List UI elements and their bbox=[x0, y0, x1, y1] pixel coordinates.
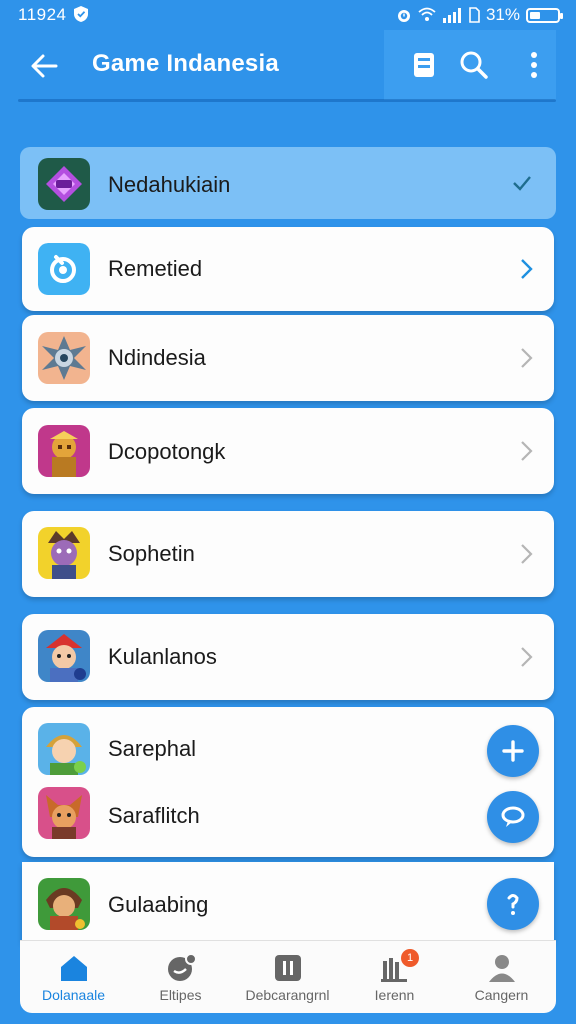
chat-button[interactable] bbox=[487, 791, 539, 843]
person-icon bbox=[488, 955, 515, 982]
red-hat-character-game-icon bbox=[38, 630, 90, 682]
page-title: Game Indanesia bbox=[92, 50, 279, 77]
battery-percent: 31% bbox=[485, 5, 520, 24]
list-item[interactable]: Dcopotongk bbox=[22, 408, 554, 494]
status-right-group: 31% bbox=[396, 5, 563, 25]
ring-app-icon bbox=[38, 243, 90, 295]
list-item-label: Kulanlanos bbox=[108, 644, 217, 669]
list-item-label: Remetied bbox=[108, 256, 203, 281]
list-item-label: Nedahukiain bbox=[108, 172, 231, 197]
notification-badge: 1 bbox=[401, 949, 419, 967]
list-item[interactable]: Ndindesia bbox=[22, 315, 554, 401]
search-icon bbox=[460, 51, 488, 79]
list-item-label: Dcopotongk bbox=[108, 439, 226, 464]
alarm-icon bbox=[397, 10, 410, 22]
nav-item-library[interactable]: 1 Ierenn bbox=[341, 941, 448, 1013]
wifi-icon bbox=[418, 7, 436, 21]
nav-item-label: Debcarangrnl bbox=[245, 987, 330, 1003]
list-item[interactable]: Kulanlanos bbox=[22, 614, 554, 700]
add-button[interactable] bbox=[487, 725, 539, 777]
battery-icon bbox=[526, 7, 563, 23]
search-button[interactable] bbox=[456, 47, 492, 83]
pause-square-icon bbox=[274, 955, 301, 981]
list-item-label: Sophetin bbox=[108, 541, 195, 566]
bookmark-button[interactable] bbox=[406, 47, 442, 83]
list-item-label[interactable]: Sarephal bbox=[108, 736, 196, 762]
list-item-label[interactable]: Saraflitch bbox=[108, 803, 200, 829]
help-button[interactable] bbox=[487, 878, 539, 930]
back-arrow-icon[interactable] bbox=[26, 48, 62, 84]
nav-item-label: Ierenn bbox=[374, 987, 415, 1003]
diamond-game-icon bbox=[38, 158, 90, 210]
status-time: 11924 bbox=[18, 5, 67, 24]
list-item[interactable]: Sophetin bbox=[22, 511, 554, 597]
chat-bubble-icon bbox=[501, 806, 525, 827]
nav-item-label: Eltipes bbox=[159, 987, 202, 1003]
chevron-right-icon bbox=[521, 544, 533, 564]
app-bar: Game Indanesia bbox=[18, 30, 556, 102]
golden-warrior-game-icon bbox=[38, 425, 90, 477]
list-item-label: Ndindesia bbox=[108, 345, 206, 370]
question-icon bbox=[507, 894, 519, 915]
list-item[interactable]: Nedahukiain bbox=[20, 147, 556, 219]
hooded-character-game-icon bbox=[38, 878, 90, 930]
chevron-right-icon bbox=[521, 259, 533, 279]
plus-icon bbox=[502, 740, 524, 762]
nav-item-dashboard[interactable]: Debcarangrnl bbox=[234, 941, 341, 1013]
app-bar-divider bbox=[18, 99, 556, 102]
more-button[interactable] bbox=[516, 47, 552, 83]
more-vert-icon bbox=[531, 52, 537, 78]
bottom-navigation: Dolanaale Eltipes Debcarangrnl 1 Ierenn bbox=[20, 940, 556, 1013]
app-bar-actions bbox=[384, 30, 556, 100]
signal-icon bbox=[442, 8, 461, 23]
shield-icon bbox=[74, 6, 88, 22]
list-item[interactable]: Gulaabing bbox=[22, 862, 554, 942]
status-bar: 11924 31% bbox=[0, 0, 576, 30]
spiky-robot-game-icon bbox=[38, 332, 90, 384]
nav-item-profile[interactable]: Cangern bbox=[448, 941, 555, 1013]
chevron-right-icon bbox=[521, 348, 533, 368]
purple-character-game-icon bbox=[38, 527, 90, 579]
chevron-right-icon bbox=[521, 441, 533, 461]
nav-item-label: Cangern bbox=[474, 987, 529, 1003]
checkmark-icon bbox=[513, 176, 531, 191]
blonde-character-game-icon[interactable] bbox=[38, 723, 90, 775]
list-item[interactable]: Remetied bbox=[22, 227, 554, 311]
bookmark-icon bbox=[414, 53, 434, 77]
home-icon bbox=[60, 956, 87, 981]
nav-item-home[interactable]: Dolanaale bbox=[20, 941, 127, 1013]
list-group: Sarephal Saraflitch bbox=[22, 707, 554, 857]
chat-bubble-icon bbox=[167, 953, 197, 981]
nav-item-label: Dolanaale bbox=[41, 987, 106, 1003]
nav-item-chat[interactable]: Eltipes bbox=[127, 941, 234, 1013]
list-item-label: Gulaabing bbox=[108, 892, 209, 917]
sim-icon bbox=[469, 7, 480, 23]
fox-character-game-icon[interactable] bbox=[38, 787, 90, 839]
chevron-right-icon bbox=[521, 647, 533, 667]
